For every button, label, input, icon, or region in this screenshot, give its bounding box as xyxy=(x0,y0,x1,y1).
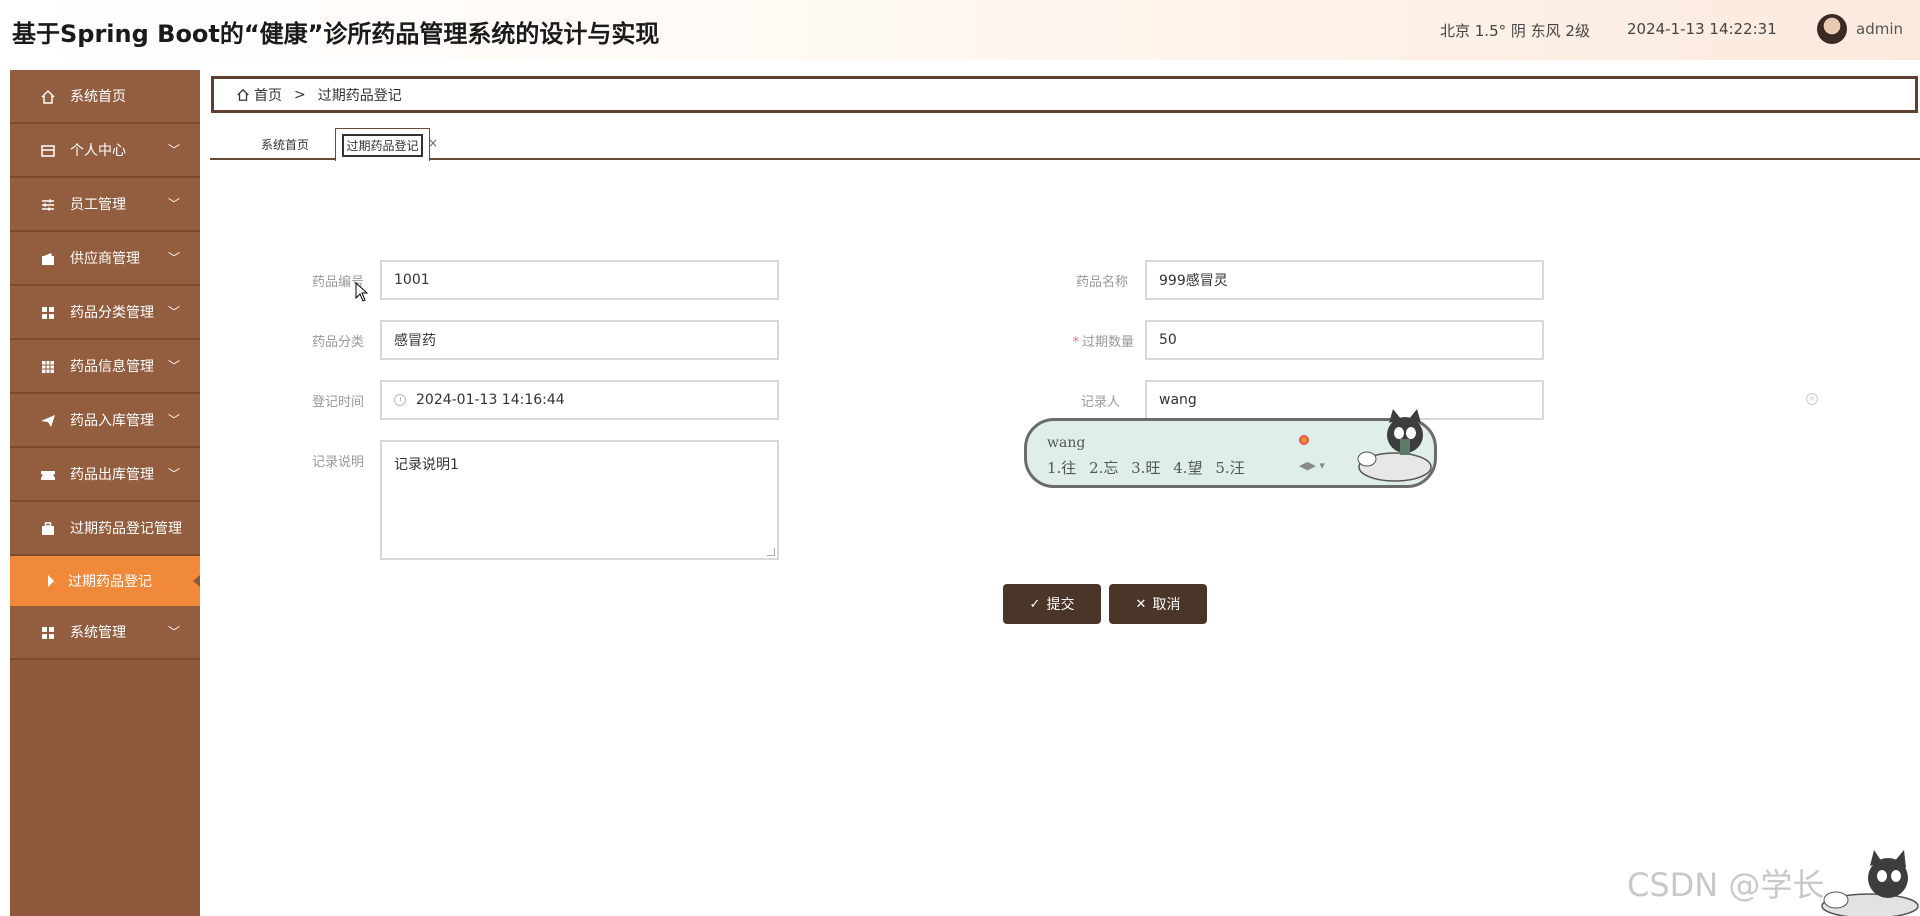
chevron-down-icon: ﹀ xyxy=(167,467,180,481)
breadcrumb-separator: > xyxy=(294,86,306,103)
drug-category-label: 药品分类 xyxy=(311,335,364,350)
recorder-label: 记录人 xyxy=(1080,395,1120,410)
sidebar-item-label: 药品信息管理 xyxy=(70,359,154,375)
chevron-down-icon: ﹀ xyxy=(167,251,180,265)
breadcrumb-current: 过期药品登记 xyxy=(317,87,402,104)
sidebar-item-stock-in[interactable]: 药品入库管理 ﹀ xyxy=(10,394,200,448)
resize-handle[interactable] xyxy=(767,548,775,556)
submit-button[interactable]: ✓ 提交 xyxy=(1003,584,1101,624)
tab-expired-register[interactable]: 过期药品登记 xyxy=(335,128,430,161)
grid-icon xyxy=(40,625,56,641)
watermark-text: CSDN @学长 xyxy=(1627,866,1825,904)
ime-composition: wang xyxy=(1047,435,1086,451)
sliders-icon xyxy=(40,197,56,213)
required-mark: * xyxy=(1072,335,1079,350)
caret-right-icon xyxy=(48,575,54,587)
tab-system-home[interactable]: 系统首页 xyxy=(250,128,320,160)
cat-mascot-icon xyxy=(1357,409,1432,482)
register-time-picker[interactable]: 2024-01-13 14:16:44 xyxy=(380,380,779,420)
cat-mascot-icon xyxy=(1821,850,1919,916)
register-time-label: 登记时间 xyxy=(311,395,364,410)
breadcrumb: 首页 > 过期药品登记 xyxy=(211,76,1918,113)
sidebar-item-label: 过期药品登记管理 xyxy=(70,521,182,537)
clock-icon xyxy=(394,394,406,406)
remark-textarea[interactable]: 记录说明1 xyxy=(380,440,779,560)
sidebar-item-label: 药品出库管理 xyxy=(70,467,154,483)
chevron-down-icon: ﹀ xyxy=(167,143,180,157)
sidebar-item-drug-info[interactable]: 药品信息管理 ﹀ xyxy=(10,340,200,394)
sidebar-item-drug-category[interactable]: 药品分类管理 ﹀ xyxy=(10,286,200,340)
avatar[interactable] xyxy=(1817,14,1847,44)
sidebar-item-home[interactable]: 系统首页 xyxy=(10,70,200,124)
chevron-down-icon: ﹀ xyxy=(167,625,180,639)
sidebar-item-label: 个人中心 xyxy=(70,143,126,159)
drug-code-label: 药品编号 xyxy=(311,275,364,290)
active-indicator-icon xyxy=(193,575,200,587)
home-icon xyxy=(40,89,56,105)
drug-name-label: 药品名称 xyxy=(1075,275,1128,290)
home-icon[interactable] xyxy=(236,88,250,102)
cancel-label: 取消 xyxy=(1152,597,1181,613)
app-title: 基于Spring Boot的“健康”诊所药品管理系统的设计与实现 xyxy=(12,20,660,48)
ime-candidate-window[interactable]: wang 1.往 2.忘 3.旺 4.望 5.汪 ◀▶ ▾ xyxy=(1024,409,1437,488)
sidebar-item-stock-out[interactable]: 药品出库管理 ﹀ xyxy=(10,448,200,502)
table-icon xyxy=(40,359,56,375)
sidebar-item-label: 系统管理 xyxy=(70,625,126,641)
sidebar-item-label: 系统首页 xyxy=(70,89,126,105)
clear-icon[interactable]: × xyxy=(1806,393,1818,405)
username[interactable]: admin xyxy=(1856,20,1903,38)
chevron-down-icon: ﹀ xyxy=(167,413,180,427)
register-time-value: 2024-01-13 14:16:44 xyxy=(416,392,565,408)
breadcrumb-home[interactable]: 首页 xyxy=(254,85,282,105)
sidebar-item-label: 药品入库管理 xyxy=(70,413,154,429)
chevron-down-icon: ﹀ xyxy=(167,197,180,211)
sidebar-item-staff[interactable]: 员工管理 ﹀ xyxy=(10,178,200,232)
sidebar: 系统首页 个人中心 ﹀ 员工管理 ﹀ 供应商管理 ﹀ 药品分类管理 ﹀ 药品信息… xyxy=(10,70,200,916)
submit-label: 提交 xyxy=(1046,597,1075,613)
send-icon xyxy=(40,413,56,429)
sidebar-item-label: 员工管理 xyxy=(70,197,126,213)
remark-label: 记录说明 xyxy=(311,455,364,470)
sidebar-item-supplier[interactable]: 供应商管理 ﹀ xyxy=(10,232,200,286)
mouse-cursor-icon xyxy=(355,282,369,302)
tabs-bar: 系统首页 过期药品登记 × xyxy=(210,128,1920,161)
check-icon: ✓ xyxy=(1029,596,1041,612)
drug-code-input[interactable]: 1001 xyxy=(380,260,779,300)
remark-value: 记录说明1 xyxy=(394,457,459,473)
cancel-button[interactable]: ✕ 取消 xyxy=(1109,584,1207,624)
ime-logo-icon xyxy=(1299,435,1309,445)
sidebar-subitem-label: 过期药品登记 xyxy=(68,574,152,590)
wallet-icon xyxy=(40,251,56,267)
sidebar-subitem-expired-register[interactable]: 过期药品登记 xyxy=(10,556,200,606)
drug-name-input[interactable]: 999感冒灵 xyxy=(1145,260,1544,300)
expired-qty-label-text: 过期数量 xyxy=(1081,335,1134,350)
recorder-input[interactable]: wang xyxy=(1145,380,1544,420)
ime-page-arrows-icon[interactable]: ◀▶ ▾ xyxy=(1299,459,1325,472)
sidebar-item-label: 供应商管理 xyxy=(70,251,140,267)
briefcase-icon xyxy=(40,521,56,537)
tab-label: 过期药品登记 xyxy=(342,133,423,157)
close-icon: ✕ xyxy=(1135,596,1147,612)
drug-category-input[interactable]: 感冒药 xyxy=(380,320,779,360)
expired-qty-input[interactable]: 50 xyxy=(1145,320,1544,360)
sidebar-item-system[interactable]: 系统管理 ﹀ xyxy=(10,606,200,660)
sidebar-item-expired-drug[interactable]: 过期药品登记管理 xyxy=(10,502,200,556)
grid-icon xyxy=(40,305,56,321)
chevron-down-icon: ﹀ xyxy=(167,305,180,319)
user-card-icon xyxy=(40,143,56,159)
sidebar-item-label: 药品分类管理 xyxy=(70,305,154,321)
sidebar-item-profile[interactable]: 个人中心 ﹀ xyxy=(10,124,200,178)
ticket-icon xyxy=(40,467,56,483)
ime-candidates[interactable]: 1.往 2.忘 3.旺 4.望 5.汪 xyxy=(1047,457,1245,478)
close-icon[interactable]: × xyxy=(428,136,438,150)
chevron-down-icon: ﹀ xyxy=(167,359,180,373)
weather-info: 北京 1.5° 阴 东风 2级 xyxy=(1440,22,1590,40)
current-datetime: 2024-1-13 14:22:31 xyxy=(1627,20,1777,38)
top-header: 基于Spring Boot的“健康”诊所药品管理系统的设计与实现 北京 1.5°… xyxy=(0,0,1920,60)
expired-qty-label: * 过期数量 xyxy=(1054,331,1134,350)
